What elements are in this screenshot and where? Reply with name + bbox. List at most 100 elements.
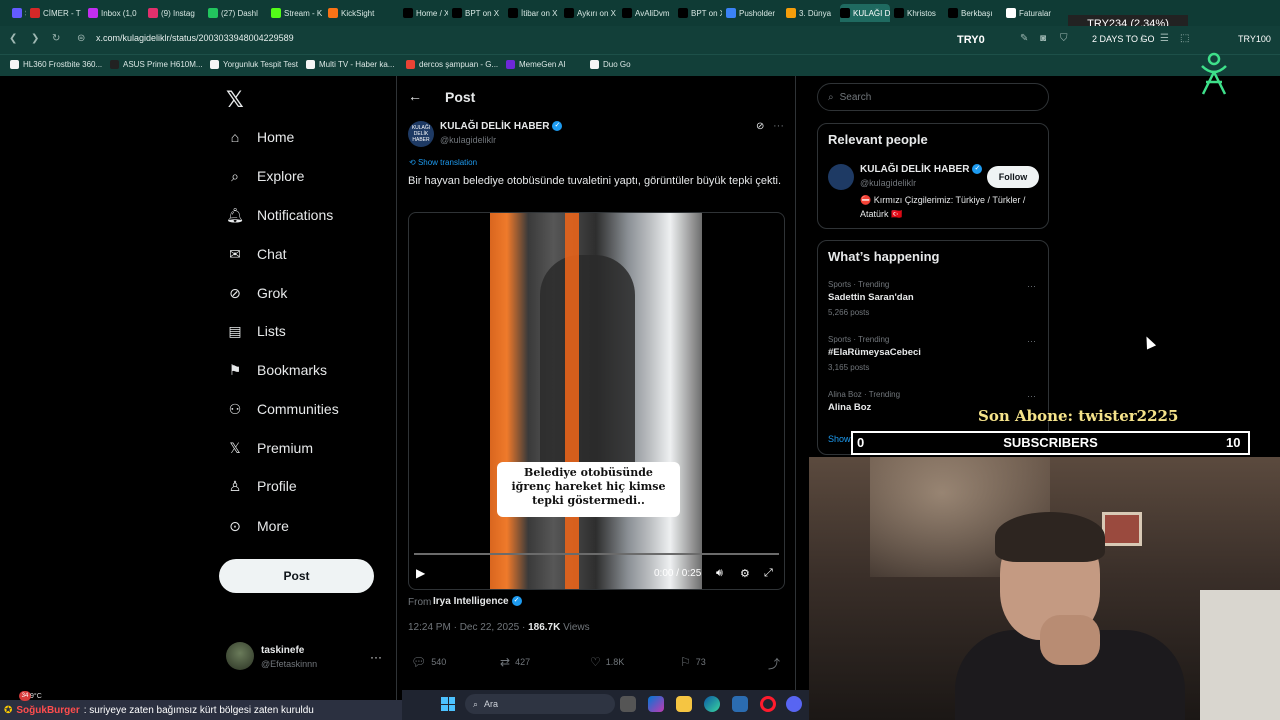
sidebar-item-premium[interactable]: 𝕏 Premium [226,435,313,461]
bookmark-label: MemeGen AI [519,60,566,69]
bookmark-item[interactable]: Yorgunluk Tespit Test [210,60,298,69]
reply-button[interactable]: 💬︎ 540 [411,655,446,669]
file-explorer-icon[interactable] [676,696,692,712]
relevant-avatar[interactable] [828,164,854,190]
sidebar-item-lists[interactable]: ▤ Lists [226,318,285,344]
like-count: 1.8K [605,657,625,667]
browser-tab[interactable]: KULAĞI DELİK H [840,4,890,22]
sidebar-item-explore[interactable]: ⌕ Explore [226,163,304,189]
site-info-icon[interactable]: ⊜ [77,33,85,44]
author-handle[interactable]: @kulagideliklr [440,135,496,145]
donation-goal: TRY100 [1238,34,1271,44]
back-icon[interactable]: ❮ [9,33,17,44]
browser-tab[interactable]: Aykırı on X [564,4,618,22]
browser-tab[interactable]: (27) Dashl [208,4,267,22]
trend-name[interactable]: Sadettin Saran'dan [828,292,914,303]
repost-button[interactable]: ⇄ 427 [500,655,530,669]
follow-button[interactable]: Follow [987,166,1039,188]
grok-icon[interactable]: ⊘ [756,121,764,132]
opera-icon[interactable] [760,696,776,712]
source-name[interactable]: Irya Intelligence ✓ [433,596,522,607]
trend-name[interactable]: #ElaRümeysaCebeci [828,347,921,358]
screenshot-icon[interactable]: ◙ [1040,33,1046,44]
copilot-icon[interactable] [648,696,664,712]
bookmark-item[interactable]: ASUS Prime H610M... [110,60,203,69]
edge-icon[interactable] [704,696,720,712]
store-icon[interactable] [732,696,748,712]
post-button[interactable]: Post [219,559,374,593]
sidebar-item-profile[interactable]: ♙ Profile [226,473,297,499]
back-arrow-icon[interactable]: ← [408,88,422,104]
relevant-name[interactable]: KULAĞI DELİK HABER ✓ [860,164,983,175]
search-input[interactable]: ⌕ Search [817,83,1049,111]
browser-tab[interactable]: Khristos [894,4,944,22]
sidebar-item-chat[interactable]: ✉ Chat [226,241,287,267]
video-progress-bar[interactable] [414,553,779,555]
post-timestamp[interactable]: 12:24 PM · Dec 22, 2025 · [408,622,528,633]
trend-name[interactable]: Alina Boz [828,402,871,413]
browser-tab[interactable]: BPT on X [678,4,722,22]
relevant-name-text[interactable]: KULAĞI DELİK HABER [860,164,969,175]
more-options-icon[interactable]: ··· [773,120,784,132]
task-view-icon[interactable] [620,696,636,712]
account-name: taskinefe [261,645,305,656]
browser-tab[interactable]: Home / X [403,4,448,22]
download-icon[interactable]: ⤓ [1140,33,1144,44]
browser-tab[interactable]: 3. Dünya [786,4,836,22]
browser-tab[interactable]: Berkbaşı [948,4,1002,22]
trend-more-icon[interactable]: ··· [1027,391,1036,401]
show-translation-label[interactable]: Show translation [418,158,477,167]
browser-tab[interactable]: BPT on X [452,4,504,22]
url-field[interactable]: x.com/kulagideliklr/status/2003033948004… [96,33,294,43]
show-translation-link[interactable]: ⟲ Show translation [409,158,477,167]
x-logo-icon[interactable]: 𝕏 [226,87,244,113]
settings-icon[interactable]: ⚙ [740,567,750,580]
sidebar-item-grok[interactable]: ⊘ Grok [226,280,287,306]
sidebar-item-more[interactable]: ⊙ More [226,513,289,539]
bookmark-item[interactable]: Multi TV - Haber ka... [306,60,394,69]
avatar[interactable] [226,642,254,670]
author-avatar[interactable]: KULAĞI DELİK HABER [408,121,434,147]
relevant-handle[interactable]: @kulagideliklr [860,178,916,188]
browser-tab[interactable]: CİMER - T [30,4,84,22]
browser-tab[interactable]: Stripe Exp [12,4,26,22]
windows-start-icon[interactable] [441,697,455,711]
like-button[interactable]: ♡ 1.8K [590,655,624,669]
browser-tab[interactable]: Inbox (1,0 [88,4,144,22]
reload-icon[interactable]: ↻ [52,33,60,44]
play-icon[interactable]: ▶ [416,566,425,580]
sidebar-item-home[interactable]: ⌂ Home [226,124,295,150]
menu-icon[interactable]: ☰ [1160,33,1169,44]
sidebar-item-bookmarks[interactable]: ⚑ Bookmarks [226,357,327,383]
bookmark-button[interactable]: ⚐ 73 [680,655,706,669]
source-name-text[interactable]: Irya Intelligence [433,596,509,607]
bookmark-item[interactable]: HL360 Frostbite 360... [10,60,102,69]
trend-more-icon[interactable]: ··· [1027,336,1036,346]
browser-tab[interactable]: Pusholder [726,4,782,22]
account-more-icon[interactable]: ··· [370,650,382,664]
volume-icon[interactable]: 🔊︎ [716,567,723,580]
taskbar-search[interactable]: ⌕ Ara [465,694,615,714]
browser-tab[interactable]: (9) Instag [148,4,204,22]
shield-icon[interactable]: ⛉ [1060,33,1068,44]
bookmark-item[interactable]: MemeGen AI [506,60,566,69]
fullscreen-icon[interactable]: ⤢ [764,567,773,580]
browser-tab[interactable]: KickSight [328,4,399,22]
browser-tab[interactable]: AvAliDvm [622,4,674,22]
author-name-text[interactable]: KULAĞI DELİK HABER [440,121,549,132]
share-button[interactable]: ⤴ [768,655,780,672]
trend-more-icon[interactable]: ··· [1027,281,1036,291]
browser-tab[interactable]: Stream - K [271,4,324,22]
sidebar-item-communities[interactable]: ⚇ Communities [226,396,339,422]
edit-icon[interactable]: ✎ [1020,33,1028,44]
author-name[interactable]: KULAĞI DELİK HABER ✓ [440,121,563,132]
sidebar-item-label: Chat [257,246,287,262]
forward-icon[interactable]: ❯ [31,33,39,44]
discord-icon[interactable] [786,696,802,712]
bookmark-item[interactable]: dercos şampuan - G... [406,60,498,69]
bookmark-item[interactable]: Duo Go [590,60,631,69]
browser-tab[interactable]: İtibar on X [508,4,560,22]
extension-icon[interactable]: ⬚ [1180,33,1189,44]
grok-icon: ⊘ [229,284,241,301]
sidebar-item-notifications[interactable]: 🔔︎ Notifications [226,202,333,228]
